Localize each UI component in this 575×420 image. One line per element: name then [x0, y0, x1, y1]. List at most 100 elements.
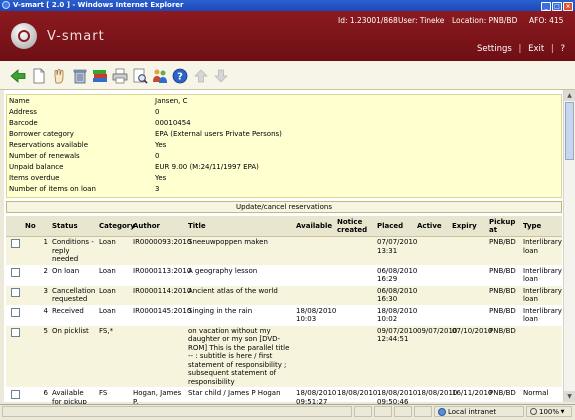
minimize-button[interactable]: _ — [541, 2, 551, 11]
update-cancel-reservations-button[interactable]: Update/cancel reservations — [6, 201, 562, 213]
print-preview-icon[interactable] — [132, 68, 148, 84]
table-row[interactable]: 4 Received Loan IR0000145:2010 Singing i… — [6, 305, 562, 326]
cell-status: On picklist — [50, 325, 97, 388]
table-row[interactable]: 2 On loan Loan IR0000113:2010 A geograph… — [6, 265, 562, 286]
cell-status: Conditions - reply needed — [50, 236, 97, 266]
zoom-control[interactable]: 100% ▼ — [526, 406, 572, 417]
help-icon[interactable]: ? — [172, 68, 188, 84]
cell-status: Received — [50, 305, 97, 326]
column-header-expiry[interactable]: Expiry — [450, 216, 487, 237]
cell-category: Loan — [97, 285, 131, 306]
cell-title: on vacation without my daughter or my so… — [186, 325, 294, 388]
help-link[interactable]: ? — [560, 44, 565, 54]
up-arrow-icon[interactable] — [193, 68, 209, 84]
cell-placed: 07/07/2010 13:31 — [375, 236, 417, 266]
column-header-type[interactable]: Type — [521, 216, 562, 237]
reservations-table: No Status Category Author Title Availabl… — [6, 216, 562, 408]
new-document-icon[interactable] — [31, 68, 47, 84]
row-select-checkbox[interactable] — [11, 287, 20, 297]
session-id: Id: 1.23001/868 — [338, 16, 398, 25]
cell-placed: 06/08/2010 16:30 — [375, 285, 418, 306]
main-content: Name Jansen, C Address 0 Barcode 00010454 B… — [4, 90, 564, 408]
current-user: User: Tineke — [398, 16, 445, 25]
globe-icon — [438, 408, 446, 416]
cell-type — [521, 325, 562, 388]
cell-status: Cancellation requested — [50, 285, 97, 306]
down-arrow-icon[interactable] — [213, 68, 229, 84]
column-header-available[interactable]: Available — [294, 216, 335, 237]
security-zone-label: Local intranet — [448, 408, 497, 416]
books-icon[interactable] — [92, 68, 108, 84]
column-header-status[interactable]: Status — [50, 216, 97, 237]
status-pane — [414, 406, 432, 417]
cell-no: 3 — [23, 285, 50, 306]
cell-placed: 09/07/2010 12:44:51 — [375, 325, 417, 388]
app-logo-text: V-smart — [47, 29, 105, 44]
scroll-thumb[interactable] — [565, 102, 574, 160]
printer-icon[interactable] — [112, 68, 128, 84]
status-pane — [354, 406, 372, 417]
cell-placed: 06/08/2010 16:29 — [375, 265, 418, 286]
cell-title: A geography lesson — [186, 265, 294, 286]
cell-author: IR0000113:2010 — [131, 265, 191, 286]
cell-expiry: 07/10/2010 — [450, 325, 492, 388]
cell-available — [294, 325, 335, 388]
column-header-active[interactable]: Active — [415, 216, 450, 237]
cell-available — [294, 285, 335, 306]
scroll-down-icon[interactable]: ▼ — [564, 391, 575, 402]
settings-link[interactable]: Settings — [477, 44, 512, 54]
table-row[interactable]: 3 Cancellation requested Loan IR0000114:… — [6, 285, 562, 306]
column-header-pickup-at[interactable]: Pickup at — [487, 216, 521, 237]
cell-title: Sneeuwpoppen maken — [186, 236, 294, 266]
cell-pickup-at: PNB/BD — [487, 285, 521, 306]
cell-notice-created — [335, 236, 375, 266]
back-arrow-icon[interactable] — [10, 68, 26, 84]
cell-author — [131, 325, 186, 388]
current-location: Location: PNB/BD — [452, 16, 518, 25]
people-icon[interactable] — [152, 68, 168, 84]
column-header-author[interactable]: Author — [131, 216, 186, 237]
status-pane — [394, 406, 412, 417]
row-select-checkbox[interactable] — [11, 390, 20, 399]
zoom-icon — [530, 408, 537, 415]
maximize-button[interactable]: □ — [552, 2, 562, 11]
row-select-checkbox[interactable] — [11, 307, 20, 317]
column-header-no[interactable]: No — [23, 216, 50, 237]
cell-type: Interlibrary loan — [521, 305, 562, 326]
vertical-scrollbar[interactable]: ▲ ▼ — [563, 90, 575, 402]
app-header: V-smart Id: 1.23001/868 User: Tineke Loc… — [0, 11, 575, 61]
row-select-checkbox[interactable] — [11, 239, 20, 248]
table-row[interactable]: 1 Conditions - reply needed Loan IR00000… — [6, 236, 562, 266]
cell-placed: 18/08/2010 10:02 — [375, 305, 418, 326]
column-header-placed[interactable]: Placed — [375, 216, 415, 237]
ie-logo-icon — [2, 1, 10, 9]
cell-category: Loan — [97, 265, 131, 286]
security-zone-pane: Local intranet — [434, 406, 524, 417]
column-header-category[interactable]: Category — [97, 216, 135, 237]
exit-link[interactable]: Exit — [528, 44, 544, 54]
cell-no: 4 — [23, 305, 50, 326]
column-header-notice-created[interactable]: Notice created — [335, 216, 375, 237]
cell-no: 5 — [23, 325, 50, 388]
cell-title: Ancient atlas of the world — [186, 285, 294, 306]
cell-no: 1 — [23, 236, 50, 266]
scroll-up-icon[interactable]: ▲ — [564, 90, 575, 101]
table-row[interactable]: 5 On picklist FS,* on vacation without m… — [6, 325, 562, 388]
cell-pickup-at: PNB/BD — [487, 265, 521, 286]
cell-active: 09/07/2010 — [415, 325, 457, 388]
cell-no: 2 — [23, 265, 50, 286]
cell-author: IR0000145:2010 — [131, 305, 191, 326]
cell-expiry — [450, 265, 487, 286]
window-title-bar: V-smart [ 2.0 ] - Windows Internet Explo… — [0, 0, 575, 11]
cell-available — [294, 265, 335, 286]
close-window-button[interactable]: × — [563, 2, 573, 11]
row-select-checkbox[interactable] — [11, 327, 20, 337]
hand-select-icon[interactable] — [51, 68, 67, 84]
cell-category: Loan — [97, 236, 131, 266]
column-header-title[interactable]: Title — [186, 216, 294, 237]
svg-text:?: ? — [177, 72, 183, 83]
row-select-checkbox[interactable] — [11, 267, 20, 277]
delete-bin-icon[interactable] — [72, 68, 88, 84]
chevron-down-icon: ▼ — [559, 409, 565, 415]
cell-author: IR0000114:2010 — [131, 285, 191, 306]
